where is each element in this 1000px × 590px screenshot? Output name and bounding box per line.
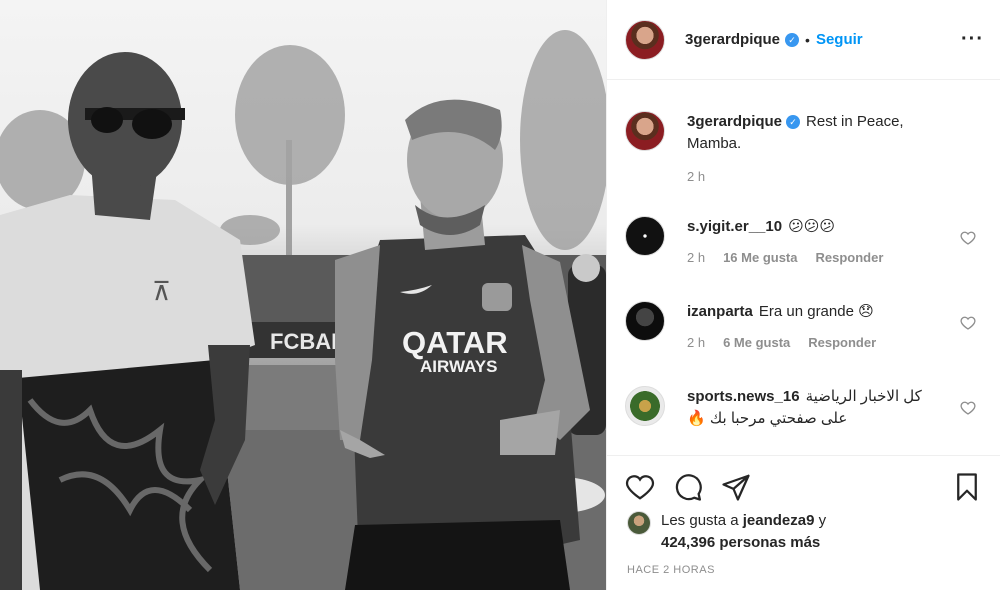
comment-username[interactable]: sports.news_16 [687, 388, 800, 405]
follow-button[interactable]: Seguir [816, 31, 863, 48]
avatar[interactable] [625, 301, 665, 341]
comment-item: sports.news_16 كل الاخبار الرياضية على صف… [625, 386, 982, 430]
likes-count[interactable]: 424,396 personas más [661, 534, 820, 551]
action-bar [607, 455, 1000, 517]
comment-likes[interactable]: 16 Me gusta [723, 250, 797, 265]
post-timestamp[interactable]: HACE 2 HORAS [627, 564, 715, 576]
more-options-icon[interactable]: ··· [961, 28, 984, 51]
like-comment-heart-icon[interactable] [960, 315, 976, 331]
post-side-panel: 3gerardpique ✓ • Seguir ··· 3gerardpique… [606, 0, 1000, 590]
save-bookmark-icon[interactable] [952, 472, 982, 502]
post-header: 3gerardpique ✓ • Seguir ··· [607, 0, 1000, 80]
verified-badge-icon: ✓ [785, 32, 800, 47]
likes-summary: Les gusta a jeandeza9 y 424,396 personas… [627, 510, 982, 554]
comment-text: 😕😕😕 [788, 218, 835, 235]
kobe-logo-icon: ⊼ [152, 277, 171, 307]
comment-text: Era un grande 😞 [758, 303, 874, 320]
caption-time[interactable]: 2 h [687, 169, 705, 184]
comment-likes[interactable]: 6 Me gusta [723, 335, 790, 350]
post-photo[interactable]: FCBAR ⊼ QATAR AIRWAYS [0, 0, 606, 590]
comment-item: izanparta Era un grande 😞 2 h 6 Me gusta … [625, 301, 982, 350]
avatar[interactable] [625, 19, 665, 60]
comment-bubble-icon[interactable] [673, 472, 703, 502]
caption-username[interactable]: 3gerardpique [687, 113, 782, 130]
reply-button[interactable]: Responder [808, 335, 876, 350]
comment-username[interactable]: s.yigit.er__10 [687, 218, 782, 235]
likes-prefix: Les gusta a [661, 512, 743, 529]
separator-dot: • [805, 31, 810, 48]
jersey-sponsor-top: QATAR [402, 325, 508, 360]
comment-item: s.yigit.er__10 😕😕😕 2 h 16 Me gusta Respon… [625, 216, 982, 265]
photo-canvas: FCBAR ⊼ QATAR AIRWAYS [0, 30, 606, 590]
jersey-sponsor-bottom: AIRWAYS [420, 357, 497, 376]
comment-username[interactable]: izanparta [687, 303, 753, 320]
comments-list[interactable]: 3gerardpique ✓ Rest in Peace, Mamba. 2 h s… [607, 81, 1000, 454]
liker-username[interactable]: jeandeza9 [743, 512, 815, 529]
likes-mid: y [814, 512, 827, 529]
verified-badge-icon: ✓ [786, 115, 801, 129]
comment-time[interactable]: 2 h [687, 335, 705, 350]
avatar[interactable] [625, 216, 665, 256]
reply-button[interactable]: Responder [816, 250, 884, 265]
avatar[interactable] [625, 111, 665, 151]
author-username[interactable]: 3gerardpique [685, 31, 780, 48]
avatar[interactable] [625, 386, 665, 426]
barca-crest [482, 283, 512, 311]
liker-avatar[interactable] [627, 511, 651, 535]
share-send-icon[interactable] [721, 472, 751, 502]
like-comment-heart-icon[interactable] [960, 400, 976, 416]
comment-time[interactable]: 2 h [687, 250, 705, 265]
like-comment-heart-icon[interactable] [960, 230, 976, 246]
caption: 3gerardpique ✓ Rest in Peace, Mamba. 2 h [625, 111, 982, 184]
like-heart-icon[interactable] [625, 472, 655, 502]
